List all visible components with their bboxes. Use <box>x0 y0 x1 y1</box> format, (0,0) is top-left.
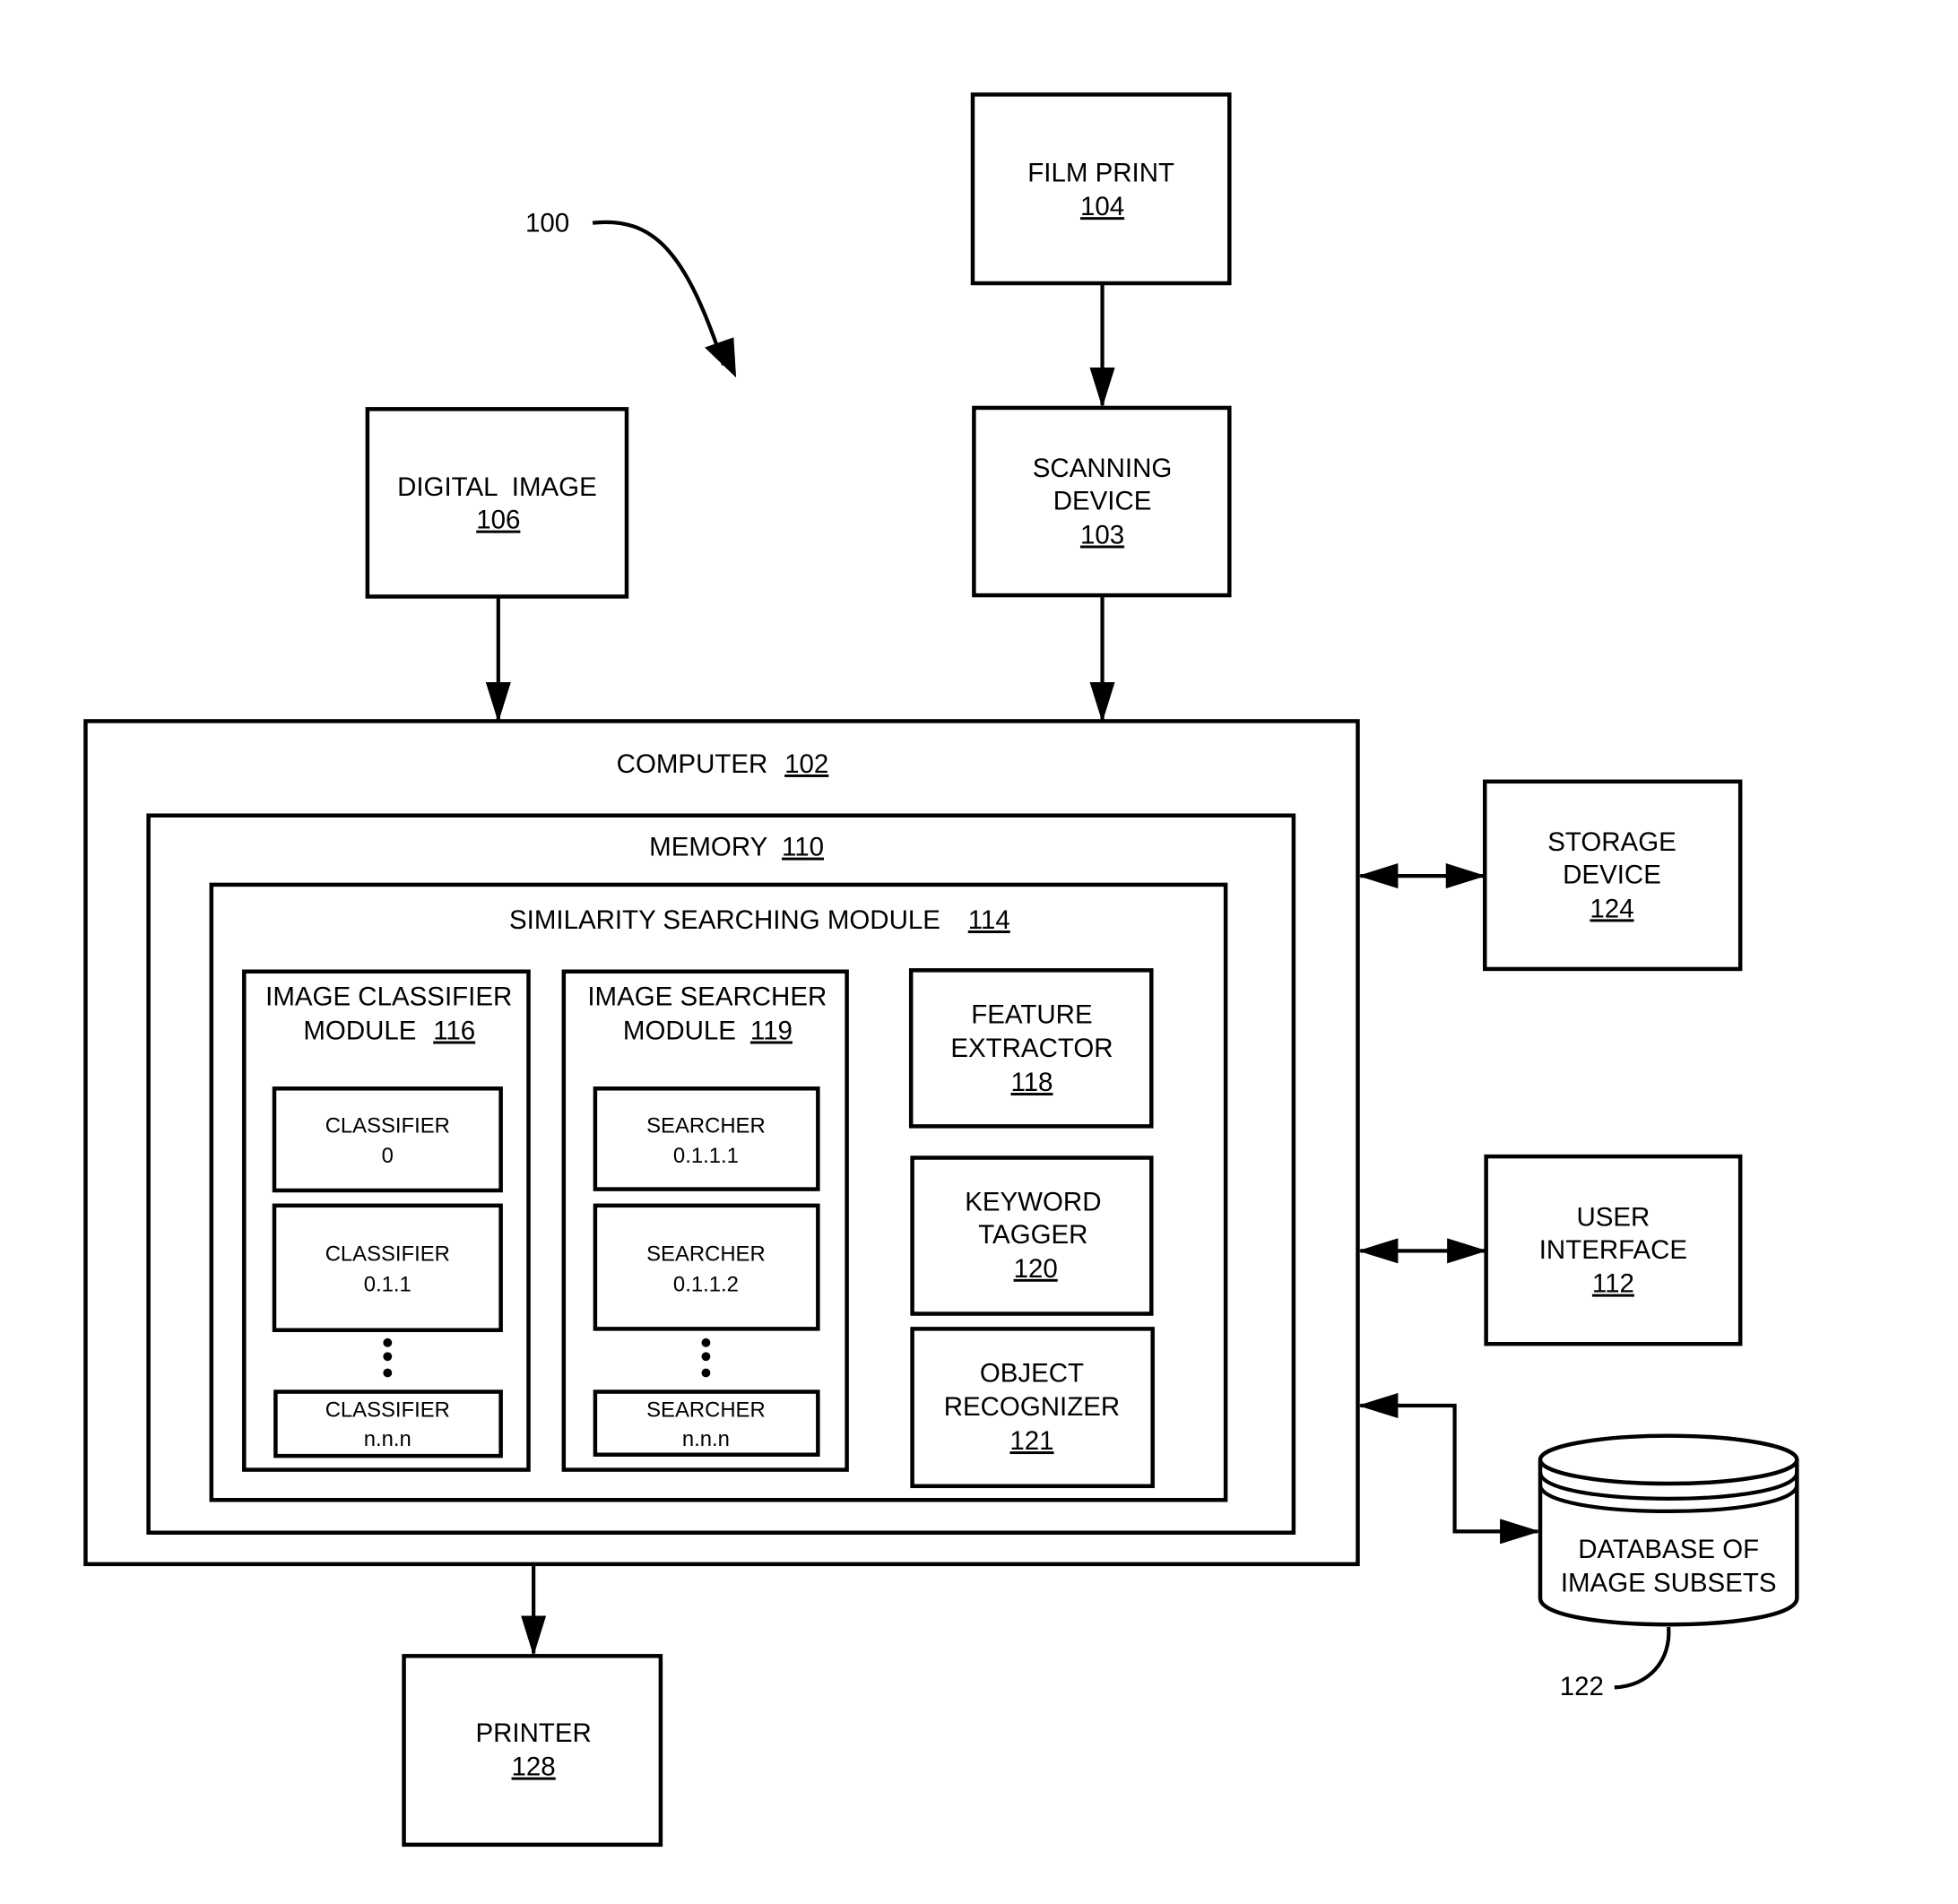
storage-device-title-2: DEVICE <box>1563 861 1661 890</box>
classifier-title: CLASSIFIER <box>325 1113 450 1138</box>
object-recognizer-title-1: OBJECT <box>980 1358 1084 1388</box>
classifier-module-ref: 116 <box>433 1017 475 1046</box>
digital-image-node: DIGITAL IMAGE 106 <box>365 407 629 599</box>
object-recognizer-ref: 121 <box>1009 1426 1053 1456</box>
storage-device-title-1: STORAGE <box>1547 827 1676 857</box>
ellipsis-icon <box>701 1337 711 1378</box>
database-title-1: DATABASE OF <box>1578 1535 1759 1564</box>
computer-ref: 102 <box>784 749 828 779</box>
user-interface-title-2: INTERFACE <box>1539 1235 1687 1265</box>
ellipsis-icon <box>383 1337 393 1378</box>
classifier-title: CLASSIFIER <box>325 1398 450 1423</box>
scanning-device-ref: 103 <box>1080 521 1124 550</box>
scanning-device-title-2: DEVICE <box>1053 487 1152 516</box>
similarity-module-ref: 114 <box>968 905 1010 935</box>
storage-device-ref: 124 <box>1590 894 1633 923</box>
printer-node: PRINTER 128 <box>402 1654 663 1848</box>
database-leader-line <box>1614 1626 1671 1690</box>
arrow-computer-database <box>1357 1392 1541 1545</box>
film-print-node: FILM PRINT 104 <box>970 92 1232 286</box>
database-node: DATABASE OF IMAGE SUBSETS 122 <box>1538 1433 1799 1701</box>
digital-image-title: DIGITAL IMAGE <box>397 472 597 502</box>
storage-device-node: STORAGE DEVICE 124 <box>1483 779 1743 972</box>
searcher-title: SEARCHER <box>646 1398 766 1423</box>
searcher-item: SEARCHER 0.1.1.2 <box>593 1203 820 1331</box>
classifier-module-title-1: IMAGE CLASSIFIER <box>265 982 512 1012</box>
user-interface-node: USER INTERFACE 112 <box>1484 1154 1743 1346</box>
computer-title: COMPUTER <box>617 749 768 779</box>
figure-reference-100: 100 <box>525 208 737 378</box>
classifier-item: CLASSIFIER 0 <box>272 1086 503 1193</box>
searcher-id: 0.1.1.2 <box>673 1272 739 1296</box>
classifier-module-title-2: MODULE <box>303 1017 416 1046</box>
searcher-id: 0.1.1.1 <box>673 1144 739 1168</box>
digital-image-ref: 106 <box>476 506 520 535</box>
database-ref: 122 <box>1560 1672 1604 1701</box>
memory-title: MEMORY <box>649 833 767 862</box>
searcher-module-node: IMAGE SEARCHER MODULE 119 SEARCHER 0.1.1… <box>561 969 849 1472</box>
feature-extractor-node: FEATURE EXTRACTOR 118 <box>908 968 1154 1129</box>
film-print-ref: 104 <box>1080 192 1124 221</box>
scanning-device-title-1: SCANNING <box>1033 454 1173 483</box>
classifier-id: 0.1.1 <box>364 1272 412 1296</box>
searcher-module-title-2: MODULE <box>623 1017 736 1046</box>
memory-ref: 110 <box>782 833 824 862</box>
keyword-tagger-title-1: KEYWORD <box>965 1187 1101 1216</box>
searcher-item: SEARCHER 0.1.1.1 <box>593 1086 820 1191</box>
reference-arrow <box>592 220 726 366</box>
classifier-item: CLASSIFIER n.n.n <box>273 1389 503 1458</box>
searcher-id: n.n.n <box>682 1427 730 1451</box>
reference-label: 100 <box>525 208 569 238</box>
object-recognizer-title-2: RECOGNIZER <box>944 1392 1120 1422</box>
user-interface-ref: 112 <box>1592 1269 1634 1299</box>
feature-extractor-title-2: EXTRACTOR <box>950 1034 1113 1063</box>
object-recognizer-node: OBJECT RECOGNIZER 121 <box>910 1327 1155 1489</box>
database-title-2: IMAGE SUBSETS <box>1561 1569 1777 1598</box>
classifier-item: CLASSIFIER 0.1.1 <box>272 1203 503 1333</box>
searcher-module-ref: 119 <box>750 1017 793 1046</box>
keyword-tagger-node: KEYWORD TAGGER 120 <box>910 1155 1154 1316</box>
printer-ref: 128 <box>512 1753 556 1782</box>
feature-extractor-title-1: FEATURE <box>971 1000 1092 1029</box>
scanning-device-node: SCANNING DEVICE 103 <box>972 405 1232 598</box>
system-diagram: 100 FILM PRINT 104 SCANNING DEVICE 103 D… <box>83 92 1799 1848</box>
keyword-tagger-title-2: TAGGER <box>978 1220 1087 1250</box>
film-print-title: FILM PRINT <box>1027 158 1174 187</box>
similarity-module-title: SIMILARITY SEARCHING MODULE <box>509 905 940 935</box>
reference-arrowhead-icon <box>705 337 737 378</box>
printer-title: PRINTER <box>475 1718 591 1748</box>
classifier-module-node: IMAGE CLASSIFIER MODULE 116 CLASSIFIER 0… <box>242 969 531 1472</box>
classifier-id: n.n.n <box>364 1427 412 1451</box>
classifier-id: 0 <box>382 1144 394 1168</box>
searcher-title: SEARCHER <box>646 1113 766 1138</box>
feature-extractor-ref: 118 <box>1010 1068 1053 1097</box>
searcher-title: SEARCHER <box>646 1242 766 1267</box>
keyword-tagger-ref: 120 <box>1014 1254 1058 1284</box>
searcher-module-title-1: IMAGE SEARCHER <box>587 982 827 1012</box>
searcher-item: SEARCHER n.n.n <box>593 1389 820 1457</box>
classifier-title: CLASSIFIER <box>325 1242 450 1267</box>
user-interface-title-1: USER <box>1576 1202 1650 1232</box>
